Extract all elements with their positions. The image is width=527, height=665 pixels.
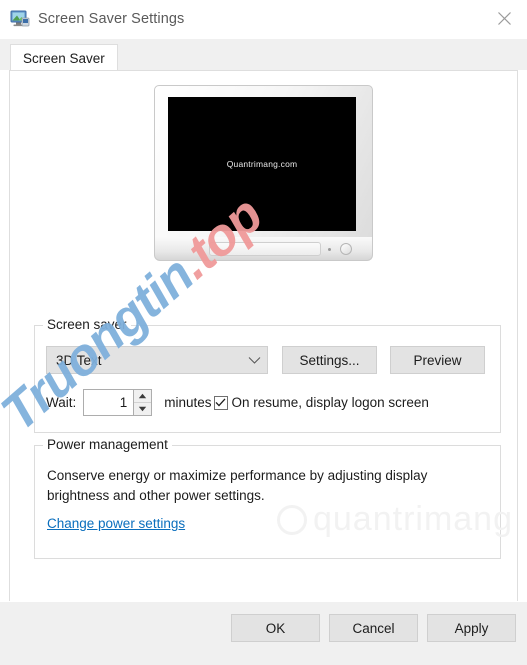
monitor-graphic: Quantrimang.com (154, 85, 373, 267)
screen-saver-preview-text: Quantrimang.com (226, 159, 298, 169)
triangle-down-icon (139, 406, 147, 412)
wait-settings-row: Wait: 1 minutes On resume, display logon… (46, 389, 429, 416)
close-icon (497, 12, 511, 25)
screen-saver-dropdown-value: 3D Text (56, 352, 102, 368)
screen-saver-selection-row: 3D Text Settings... Preview (46, 346, 485, 374)
tab-screen-saver[interactable]: Screen Saver (10, 44, 118, 71)
cancel-button[interactable]: Cancel (329, 614, 418, 642)
power-management-group: Power management Conserve energy or maxi… (34, 437, 501, 559)
apply-button-label: Apply (454, 620, 489, 636)
monitor-screen: Quantrimang.com (168, 97, 356, 231)
close-button[interactable] (481, 0, 527, 37)
change-power-settings-link[interactable]: Change power settings (47, 516, 185, 531)
wait-minutes-input[interactable]: 1 (84, 390, 134, 415)
wait-decrement-button[interactable] (134, 402, 152, 415)
ok-button[interactable]: OK (231, 614, 320, 642)
triangle-up-icon (139, 393, 147, 399)
monitor-preview: Quantrimang.com (10, 85, 517, 267)
wait-stepper-buttons (133, 390, 152, 415)
logon-screen-label: On resume, display logon screen (231, 395, 429, 410)
monitor-power-button-icon (340, 243, 352, 255)
logon-screen-checkbox[interactable] (213, 395, 228, 410)
ok-button-label: OK (265, 620, 286, 636)
preview-button-label: Preview (413, 352, 462, 368)
window-title: Screen Saver Settings (38, 11, 185, 27)
wait-increment-button[interactable] (134, 390, 151, 402)
tab-strip: Screen Saver (0, 39, 527, 71)
wait-label: Wait: (46, 395, 77, 410)
monitor-control-strip (209, 242, 321, 256)
power-management-description: Conserve energy or maximize performance … (47, 468, 428, 503)
screen-saver-group-legend: Screen saver (43, 317, 131, 332)
settings-button[interactable]: Settings... (282, 346, 377, 374)
wait-minutes-stepper[interactable]: 1 (83, 389, 153, 416)
screen-saver-group: Screen saver 3D Text Settings... Preview… (34, 317, 501, 433)
cancel-button-label: Cancel (352, 620, 395, 636)
footer-button-group: OK Cancel Apply (222, 614, 516, 642)
apply-button[interactable]: Apply (427, 614, 516, 642)
monitor-led-icon (328, 248, 331, 251)
chevron-down-icon (248, 356, 261, 364)
preview-button[interactable]: Preview (390, 346, 485, 374)
monitor-icon (10, 10, 30, 28)
screen-saver-dropdown[interactable]: 3D Text (46, 346, 268, 374)
title-bar: Screen Saver Settings (0, 0, 527, 39)
power-management-group-legend: Power management (43, 437, 172, 452)
tab-label: Screen Saver (23, 51, 105, 66)
dialog-footer: OK Cancel Apply (0, 601, 527, 665)
checkmark-icon (215, 398, 226, 407)
tab-panel: Quantrimang.com Screen saver 3D Text Set… (9, 70, 518, 633)
screen-saver-settings-dialog: Screen Saver Settings Screen Saver Quant… (0, 0, 527, 665)
minutes-label: minutes (164, 395, 212, 410)
settings-button-label: Settings... (299, 352, 360, 368)
